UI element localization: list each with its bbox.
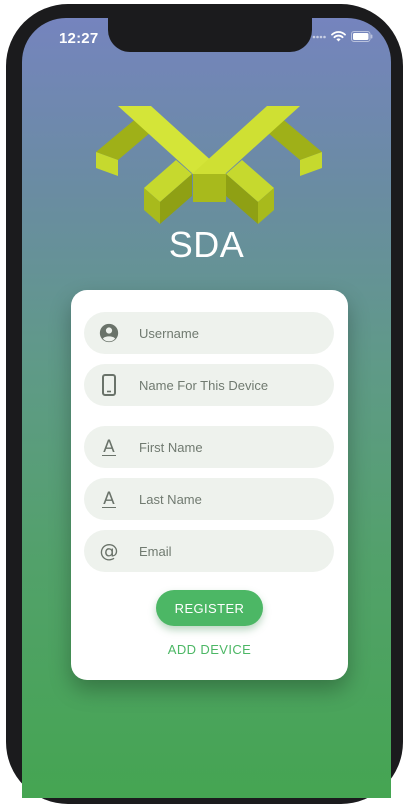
last-name-field[interactable]: A	[84, 478, 334, 520]
email-field[interactable]: @	[84, 530, 334, 572]
add-device-link[interactable]: ADD DEVICE	[71, 642, 348, 657]
status-icons	[312, 31, 373, 42]
wifi-icon	[331, 31, 346, 42]
account-circle-icon	[97, 321, 121, 345]
first-name-input[interactable]	[137, 438, 321, 456]
device-name-field[interactable]	[84, 364, 334, 406]
register-form-card: A A @ REGISTER ADD DEVICE	[71, 290, 348, 680]
app-title: SDA	[168, 224, 245, 265]
first-name-field[interactable]: A	[84, 426, 334, 468]
text-format-icon: A	[102, 436, 116, 457]
phone-icon	[97, 373, 121, 397]
register-button[interactable]: REGISTER	[156, 590, 263, 626]
username-input[interactable]	[137, 324, 321, 342]
status-time: 12:27	[59, 30, 99, 47]
text-format-icon: A	[102, 488, 116, 509]
at-sign-icon: @	[99, 540, 119, 562]
username-field[interactable]	[84, 312, 334, 354]
last-name-input[interactable]	[137, 490, 321, 508]
battery-icon	[351, 31, 373, 42]
email-input[interactable]	[137, 542, 321, 560]
device-notch	[108, 18, 312, 52]
app-screen: 12:27 SDA Username Name For This Device …	[22, 18, 391, 798]
signal-dots-icon	[312, 35, 326, 38]
device-name-input[interactable]	[137, 376, 321, 394]
sda-logo	[96, 106, 322, 224]
